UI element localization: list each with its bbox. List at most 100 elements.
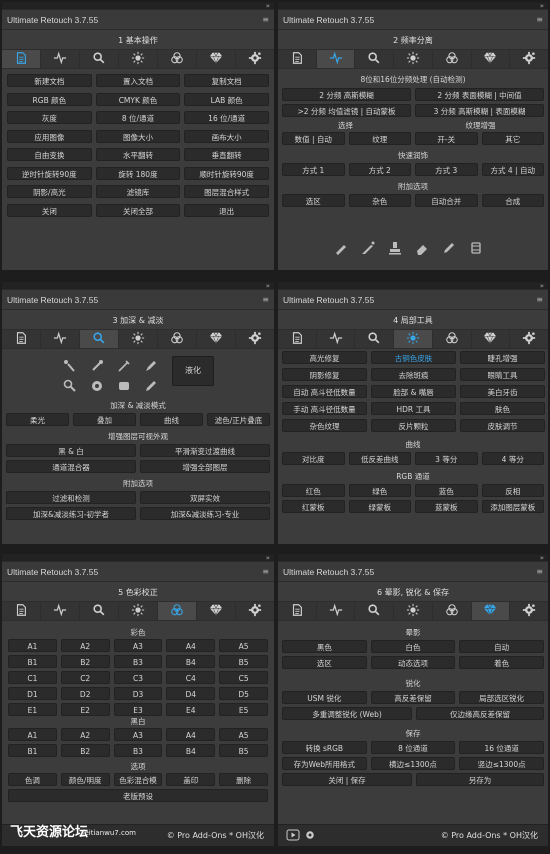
action-button[interactable]: B3 bbox=[113, 744, 163, 757]
brush-icon[interactable] bbox=[116, 358, 132, 374]
action-button[interactable]: 叠加 bbox=[73, 413, 136, 426]
action-button[interactable]: 旋转 180度 bbox=[95, 166, 181, 180]
action-button[interactable]: >2 分频 均值滤镜 | 自动蒙板 bbox=[282, 104, 411, 117]
tab-rgb[interactable] bbox=[433, 50, 472, 68]
tab-gear[interactable] bbox=[510, 50, 548, 68]
action-button[interactable]: 老版预设 bbox=[8, 789, 268, 802]
action-button[interactable]: A1 bbox=[8, 639, 57, 652]
action-button[interactable]: 2 分频 高斯模糊 bbox=[282, 88, 411, 101]
pencil-icon[interactable] bbox=[143, 358, 159, 374]
action-button[interactable]: 绿色 bbox=[348, 484, 411, 497]
action-button[interactable]: 数值 | 自动 bbox=[282, 132, 345, 145]
action-button[interactable]: E3 bbox=[113, 703, 163, 716]
panel-titlebar[interactable]: » bbox=[278, 554, 548, 562]
action-button[interactable]: 蓝色 bbox=[415, 484, 478, 497]
action-button[interactable]: 盖印 bbox=[166, 773, 216, 786]
action-button[interactable]: 双屏实效 bbox=[140, 491, 270, 504]
action-button[interactable]: A2 bbox=[60, 639, 110, 652]
action-button[interactable]: 过滤和检测 bbox=[6, 491, 136, 504]
tab-gem[interactable] bbox=[471, 602, 511, 620]
action-button[interactable]: 关闭 bbox=[7, 203, 92, 217]
action-button[interactable]: B1 bbox=[8, 744, 57, 757]
film-icon[interactable] bbox=[468, 240, 484, 256]
action-button[interactable]: 逆时针旋转90度 bbox=[7, 166, 92, 180]
action-button[interactable]: B5 bbox=[219, 744, 268, 757]
action-button[interactable]: 8 位/通道 bbox=[95, 111, 181, 124]
tab-gem[interactable] bbox=[472, 50, 511, 68]
panel-titlebar[interactable]: » bbox=[2, 282, 274, 290]
tab-rgb[interactable] bbox=[158, 602, 197, 620]
action-button[interactable]: D1 bbox=[8, 687, 57, 700]
action-button[interactable]: 睫孔增强 bbox=[460, 351, 545, 364]
action-button[interactable]: 肤色 bbox=[460, 402, 545, 415]
action-button[interactable]: 色彩混合模 bbox=[113, 773, 163, 786]
action-button[interactable]: 开-关 bbox=[415, 132, 478, 145]
panel-titlebar[interactable]: » bbox=[278, 2, 548, 10]
action-button[interactable]: 水平翻转 bbox=[95, 148, 181, 161]
tab-rgb[interactable] bbox=[158, 50, 197, 68]
tab-search[interactable] bbox=[80, 602, 119, 620]
tab-gear[interactable] bbox=[236, 602, 274, 620]
action-button[interactable]: 局部选区锐化 bbox=[459, 691, 544, 704]
action-button[interactable]: 自动 bbox=[459, 640, 544, 653]
action-button[interactable]: 2 分频 表面模糊 | 中间值 bbox=[415, 88, 544, 101]
action-button[interactable]: 自动 高斗径低数量 bbox=[282, 385, 367, 398]
action-button[interactable]: 删除 bbox=[219, 773, 268, 786]
action-button[interactable]: 颜色/明度 bbox=[60, 773, 110, 786]
action-button[interactable]: 色调 bbox=[8, 773, 57, 786]
action-button[interactable]: 合成 bbox=[481, 194, 544, 207]
action-button[interactable]: 复制文档 bbox=[184, 74, 269, 87]
tab-gem[interactable] bbox=[197, 330, 236, 348]
action-button[interactable]: 灰度 bbox=[7, 111, 92, 124]
action-button[interactable]: 蓝蒙板 bbox=[415, 500, 478, 513]
tab-rgb[interactable] bbox=[158, 330, 197, 348]
action-button[interactable]: A5 bbox=[219, 728, 268, 741]
action-button[interactable]: 手动 高斗径低数量 bbox=[282, 402, 367, 415]
action-button[interactable]: 杂色纹理 bbox=[282, 419, 367, 432]
tab-search[interactable] bbox=[80, 50, 119, 68]
tab-spark[interactable] bbox=[317, 330, 356, 348]
brush-icon[interactable] bbox=[360, 240, 376, 256]
action-button[interactable]: A1 bbox=[8, 728, 57, 741]
tab-gear[interactable] bbox=[510, 330, 548, 348]
action-button[interactable]: B4 bbox=[166, 744, 216, 757]
action-button[interactable]: 关闭 | 保存 bbox=[282, 773, 412, 786]
action-button[interactable]: C2 bbox=[60, 671, 110, 684]
action-button[interactable]: 竖边≤1300点 bbox=[459, 757, 544, 770]
action-button[interactable]: A3 bbox=[113, 639, 163, 652]
tab-gem[interactable] bbox=[472, 330, 511, 348]
action-button[interactable]: 方式 1 bbox=[282, 163, 345, 176]
action-button[interactable]: 添加图层蒙板 bbox=[481, 500, 544, 513]
panel-titlebar[interactable]: » bbox=[2, 554, 274, 562]
action-button[interactable]: 红蒙板 bbox=[282, 500, 345, 513]
video-icon[interactable] bbox=[286, 829, 300, 843]
tab-sun[interactable] bbox=[119, 602, 158, 620]
action-button[interactable]: 低反差曲线 bbox=[348, 452, 411, 465]
action-button[interactable]: 红色 bbox=[282, 484, 345, 497]
action-button[interactable]: B3 bbox=[113, 655, 163, 668]
sponge-icon[interactable] bbox=[89, 378, 105, 394]
action-button[interactable]: 高光修复 bbox=[282, 351, 367, 364]
action-button[interactable]: 曲线 bbox=[140, 413, 203, 426]
action-button[interactable]: E5 bbox=[219, 703, 268, 716]
action-button[interactable]: 对比度 bbox=[282, 452, 345, 465]
action-button[interactable]: 通道混合器 bbox=[6, 460, 136, 473]
action-button[interactable]: 眼睛工具 bbox=[460, 368, 545, 381]
action-button[interactable]: 美白牙齿 bbox=[460, 385, 545, 398]
action-button[interactable]: 反相 bbox=[481, 484, 544, 497]
tab-spark[interactable] bbox=[317, 602, 356, 620]
action-button[interactable]: B5 bbox=[219, 655, 268, 668]
action-button[interactable]: 3 分频 高斯模糊 | 表面模糊 bbox=[415, 104, 544, 117]
burn-icon[interactable] bbox=[89, 358, 105, 374]
action-button[interactable]: HDR 工具 bbox=[371, 402, 456, 415]
action-button[interactable]: B4 bbox=[166, 655, 216, 668]
action-button[interactable]: 阴影修复 bbox=[282, 368, 367, 381]
action-button[interactable]: 画布大小 bbox=[184, 129, 269, 143]
action-button[interactable]: 垂直翻转 bbox=[184, 148, 269, 161]
action-button[interactable]: 皮肤调节 bbox=[460, 419, 545, 432]
action-button[interactable]: 古铜色皮肤 bbox=[371, 351, 456, 364]
action-button[interactable]: 绿蒙板 bbox=[348, 500, 411, 513]
action-button[interactable]: 增强全部图层 bbox=[140, 460, 270, 473]
action-button[interactable]: 白色 bbox=[370, 640, 456, 653]
action-button[interactable]: 方式 3 bbox=[415, 163, 478, 176]
